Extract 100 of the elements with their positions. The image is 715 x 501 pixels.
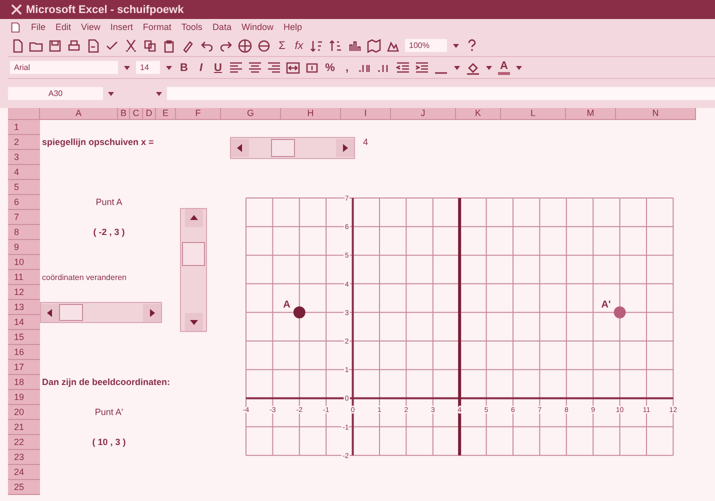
row-header[interactable]: 20 — [8, 405, 40, 420]
row-header[interactable]: 7 — [8, 210, 40, 225]
column-header[interactable]: A — [40, 108, 118, 120]
column-header[interactable]: K — [456, 108, 501, 120]
column-header[interactable]: B — [118, 108, 130, 120]
menu-item[interactable]: Window — [241, 22, 274, 32]
scroll-thumb[interactable] — [270, 139, 295, 157]
scroll-thumb[interactable] — [182, 242, 205, 266]
row-header[interactable]: 5 — [8, 180, 40, 195]
align-center-icon[interactable] — [248, 60, 262, 74]
document-icon[interactable] — [10, 22, 21, 32]
function-button[interactable]: fx — [293, 40, 305, 52]
sort-icon[interactable] — [329, 38, 343, 52]
menu-item[interactable]: Tools — [181, 22, 202, 32]
row-header[interactable]: 10 — [8, 255, 40, 270]
menu-item[interactable]: Help — [283, 22, 302, 32]
row-header[interactable]: 11 — [8, 270, 40, 285]
caret-icon[interactable] — [165, 64, 173, 72]
caret-icon[interactable] — [107, 90, 115, 98]
menu-item[interactable]: Insert — [110, 22, 133, 32]
menu-item[interactable]: Data — [212, 22, 232, 32]
column-header[interactable]: L — [501, 108, 566, 120]
row-header[interactable]: 9 — [8, 240, 40, 255]
row-header[interactable]: 8 — [8, 225, 40, 240]
cell-text: Punt A — [94, 196, 124, 209]
brush-icon[interactable] — [181, 38, 195, 52]
align-left-icon[interactable] — [229, 60, 243, 74]
scroll-bar[interactable] — [40, 302, 162, 323]
undo-icon[interactable] — [200, 38, 214, 52]
row-header[interactable]: 13 — [8, 300, 40, 315]
excel-logo-icon — [11, 4, 22, 15]
merge-icon[interactable] — [286, 60, 300, 74]
map-icon[interactable] — [367, 38, 381, 52]
checkmark-icon[interactable] — [105, 38, 119, 52]
row-header[interactable]: 6 — [8, 195, 40, 210]
paint-bucket-icon[interactable] — [466, 60, 480, 74]
redo-icon[interactable] — [219, 38, 233, 52]
caret-icon[interactable] — [155, 90, 163, 98]
column-header[interactable]: E — [156, 108, 176, 120]
align-right-icon[interactable] — [267, 60, 281, 74]
row-header[interactable]: 16 — [8, 345, 40, 360]
indent-icon[interactable] — [415, 60, 429, 74]
row-header[interactable]: 15 — [8, 330, 40, 345]
chart-icon[interactable] — [348, 38, 362, 52]
font-color-button[interactable]: A — [498, 60, 510, 75]
autosum-button[interactable]: Σ — [276, 40, 288, 52]
row-header[interactable]: 4 — [8, 165, 40, 180]
font-dropdown[interactable]: Arial — [10, 61, 118, 74]
printer-icon[interactable] — [67, 38, 81, 52]
caret-icon[interactable] — [485, 64, 493, 72]
row-header[interactable]: 2 — [8, 135, 40, 150]
scroll-bar[interactable] — [230, 137, 355, 159]
menu-item[interactable]: Format — [142, 22, 172, 32]
comma-button[interactable]: , — [341, 62, 353, 74]
caret-icon[interactable] — [452, 42, 460, 50]
name-box[interactable]: A30 — [8, 87, 103, 100]
row-header[interactable]: 18 — [8, 375, 40, 390]
column-header[interactable]: H — [281, 108, 341, 120]
copy-icon[interactable] — [143, 38, 157, 52]
row-header[interactable]: 1 — [8, 120, 40, 135]
clipboard-icon[interactable] — [162, 38, 176, 52]
column-header[interactable]: F — [176, 108, 221, 120]
column-header[interactable]: M — [566, 108, 616, 120]
point-label: A' — [601, 299, 611, 310]
scroll-bar[interactable] — [180, 208, 207, 332]
row-header[interactable]: 21 — [8, 420, 40, 435]
row-header[interactable]: 17 — [8, 360, 40, 375]
row-header[interactable]: 22 — [8, 435, 40, 450]
menu-item[interactable]: View — [81, 22, 100, 32]
menu-item[interactable]: Edit — [56, 22, 72, 32]
sort-icon[interactable] — [310, 38, 324, 52]
italic-button[interactable]: I — [195, 62, 207, 74]
formula-input[interactable] — [167, 87, 715, 100]
percent-button[interactable]: % — [324, 62, 336, 74]
menu-item[interactable]: File — [31, 22, 46, 32]
row-header[interactable]: 23 — [8, 450, 40, 465]
underline-button[interactable]: U — [212, 62, 224, 74]
scroll-thumb[interactable] — [59, 304, 83, 321]
caret-icon[interactable] — [515, 64, 523, 72]
zoom-dropdown[interactable]: 100% — [405, 39, 447, 52]
font-size-dropdown[interactable]: 14 — [136, 61, 160, 74]
page-icon[interactable] — [86, 38, 100, 52]
column-header[interactable]: G — [221, 108, 281, 120]
bold-button[interactable]: B — [178, 62, 190, 74]
scissors-icon[interactable] — [124, 38, 138, 52]
row-header[interactable]: 3 — [8, 150, 40, 165]
row-header[interactable]: 24 — [8, 465, 40, 480]
point-label: A — [283, 299, 290, 310]
column-header[interactable]: N — [616, 108, 696, 120]
column-header[interactable]: D — [143, 108, 156, 120]
column-header[interactable]: J — [391, 108, 456, 120]
row-header[interactable]: 14 — [8, 315, 40, 330]
caret-icon[interactable] — [123, 64, 131, 72]
column-header[interactable]: C — [130, 108, 143, 120]
row-header[interactable]: 25 — [8, 480, 40, 495]
caret-icon[interactable] — [453, 64, 461, 72]
row-header[interactable]: 12 — [8, 285, 40, 300]
row-header[interactable]: 19 — [8, 390, 40, 405]
outdent-icon[interactable] — [396, 60, 410, 74]
column-header[interactable]: I — [341, 108, 391, 120]
